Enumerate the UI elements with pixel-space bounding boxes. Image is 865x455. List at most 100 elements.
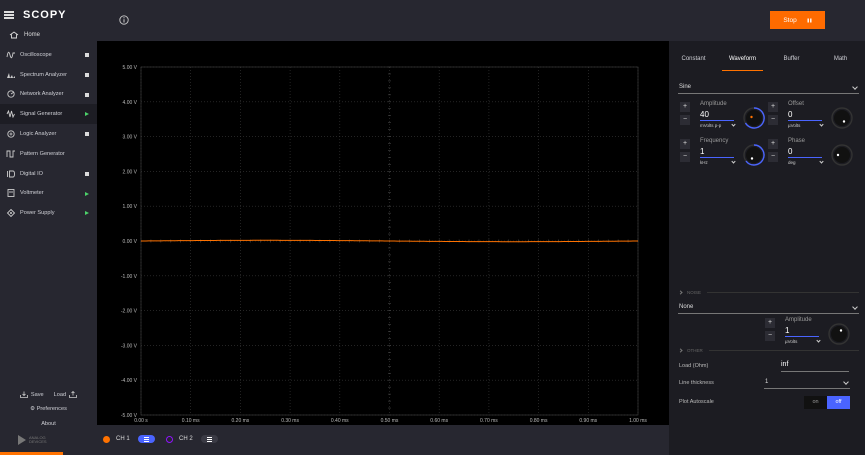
sidebar-item-logic-analyzer[interactable]: Logic Analyzer	[0, 124, 97, 144]
chevron-down-icon	[819, 122, 824, 127]
offset-unit-dropdown[interactable]: µVolts	[788, 122, 824, 128]
tab-constant[interactable]: Constant	[669, 53, 718, 71]
tab-buffer[interactable]: Buffer	[767, 53, 816, 71]
amplitude-control: + − Amplitude 40 mVolts p-p	[680, 101, 766, 134]
load-label: Load (Ohm)	[679, 363, 709, 369]
tab-math[interactable]: Math	[816, 53, 865, 71]
x-tick-label: 0.40 ms	[331, 418, 349, 424]
load-button[interactable]: Load	[54, 391, 77, 398]
sidebar-item-signal-generator[interactable]: Signal Generator	[0, 104, 97, 125]
frequency-decrement-button[interactable]: −	[680, 152, 690, 162]
noise-amplitude-increment-button[interactable]: +	[765, 318, 775, 328]
chevron-down-icon	[843, 379, 849, 385]
channel-1-label: CH 1	[116, 436, 130, 442]
hamburger-menu-icon[interactable]	[4, 11, 14, 19]
waveform-type-dropdown[interactable]: Sine	[678, 82, 859, 94]
y-tick-label: 0.00 V	[123, 239, 138, 245]
offset-input[interactable]: 0	[788, 110, 822, 121]
preferences-button[interactable]: ⚙ Preferences	[0, 406, 97, 412]
load-input[interactable]: inf	[781, 361, 849, 372]
sidebar-item-voltmeter[interactable]: Voltmeter	[0, 184, 97, 204]
offset-decrement-button[interactable]: −	[768, 115, 778, 125]
y-tick-label: 5.00 V	[123, 65, 138, 71]
noise-amplitude-knob[interactable]	[827, 322, 851, 346]
sidebar-item-label: Pattern Generator	[20, 150, 65, 157]
phase-input[interactable]: 0	[788, 147, 822, 158]
sidebar-item-power-supply[interactable]: Power Supply	[0, 203, 97, 223]
phase-unit-dropdown[interactable]: deg	[788, 159, 824, 165]
info-icon[interactable]	[119, 15, 129, 25]
amplitude-increment-button[interactable]: +	[680, 102, 690, 112]
chevron-right-icon	[678, 348, 683, 353]
save-button[interactable]: Save	[19, 391, 44, 398]
plot-autoscale-toggle[interactable]: on off	[804, 396, 850, 409]
amplitude-input[interactable]: 40	[700, 110, 734, 121]
noise-amplitude-unit-dropdown[interactable]: µVolts	[785, 338, 821, 344]
sidebar-item-label: Oscilloscope	[20, 51, 52, 58]
noise-section-header[interactable]: NOISE	[678, 290, 859, 295]
channel-2-menu-icon[interactable]	[200, 435, 218, 443]
plot-autoscale-label: Plot Autoscale	[679, 399, 714, 405]
oscilloscope-icon	[6, 51, 15, 59]
frequency-unit-dropdown[interactable]: kHz	[700, 159, 736, 165]
y-tick-label: 2.00 V	[123, 169, 138, 175]
noise-amplitude-label: Amplitude	[785, 317, 812, 323]
stop-button[interactable]: Stop	[770, 11, 825, 29]
sidebar-item-label: Spectrum Analyzer	[20, 71, 67, 78]
amplitude-knob[interactable]	[742, 106, 766, 130]
plot-area[interactable]: 5.00 V 4.00 V 3.00 V 2.00 V 1.00 V 0.00 V -1.0…	[97, 41, 669, 425]
spectrum-icon	[7, 72, 15, 78]
status-indicator	[85, 92, 89, 97]
noise-amplitude-decrement-button[interactable]: −	[765, 331, 775, 341]
about-button[interactable]: About	[0, 421, 97, 427]
signal-generator-icon	[6, 110, 15, 119]
home-label: Home	[24, 32, 41, 38]
tab-waveform[interactable]: Waveform	[718, 53, 767, 71]
tool-list: Oscilloscope Spectrum Analyzer Network A…	[0, 45, 97, 223]
noise-type-dropdown[interactable]: None	[678, 302, 859, 314]
logo-text: ANALOG DEVICES	[29, 435, 47, 445]
channel-1-dot	[103, 435, 110, 443]
noise-amplitude-input[interactable]: 1	[785, 326, 819, 337]
channel-1-menu-icon[interactable]	[137, 435, 155, 443]
frequency-input[interactable]: 1	[700, 147, 734, 158]
sidebar-item-oscilloscope[interactable]: Oscilloscope	[0, 45, 97, 65]
amplitude-decrement-button[interactable]: −	[680, 115, 690, 125]
channel-2-dot	[166, 435, 173, 443]
phase-knob[interactable]	[830, 143, 854, 167]
phase-decrement-button[interactable]: −	[768, 152, 778, 162]
frequency-increment-button[interactable]: +	[680, 139, 690, 149]
x-tick-label: 1.00 ms	[629, 418, 647, 424]
sidebar-item-spectrum-analyzer[interactable]: Spectrum Analyzer	[0, 65, 97, 85]
noise-header-label: NOISE	[687, 290, 702, 295]
sidebar-item-pattern-generator[interactable]: Pattern Generator	[0, 144, 97, 164]
offset-knob[interactable]	[830, 106, 854, 130]
sidebar-item-digital-io[interactable]: Digital IO	[0, 164, 97, 184]
running-indicator-icon	[85, 112, 89, 117]
home-icon	[9, 31, 19, 39]
chevron-down-icon	[852, 304, 858, 310]
status-indicator	[85, 171, 89, 176]
line-thickness-dropdown[interactable]: 1	[764, 377, 850, 389]
offset-increment-button[interactable]: +	[768, 102, 778, 112]
channel-2-button[interactable]: CH 2	[166, 435, 218, 443]
toggle-off-option[interactable]: off	[827, 396, 850, 409]
sidebar-item-label: Network Analyzer	[20, 91, 64, 98]
frequency-label: Frequency	[700, 138, 729, 144]
sidebar-item-network-analyzer[interactable]: Network Analyzer	[0, 85, 97, 105]
load-icon	[69, 391, 77, 398]
app-window: SCOPY Home Oscilloscope Spectrum Analyze…	[0, 0, 865, 455]
other-section-header[interactable]: OTHER	[678, 348, 859, 353]
noise-amplitude-unit: µVolts	[785, 339, 798, 344]
channel-1-button[interactable]: CH 1	[103, 435, 155, 443]
noise-type-value: None	[679, 304, 694, 310]
sidebar-item-home[interactable]: Home	[9, 31, 40, 39]
x-tick-label: 0.50 ms	[381, 418, 399, 424]
phase-control: + − Phase 0 deg	[768, 138, 854, 171]
phase-increment-button[interactable]: +	[768, 139, 778, 149]
toggle-on-option[interactable]: on	[804, 396, 827, 409]
channel-bar: CH 1 CH 2	[97, 425, 669, 455]
frequency-knob[interactable]	[742, 143, 766, 167]
amplitude-unit-dropdown[interactable]: mVolts p-p	[700, 122, 736, 128]
phase-unit: deg	[788, 160, 796, 165]
